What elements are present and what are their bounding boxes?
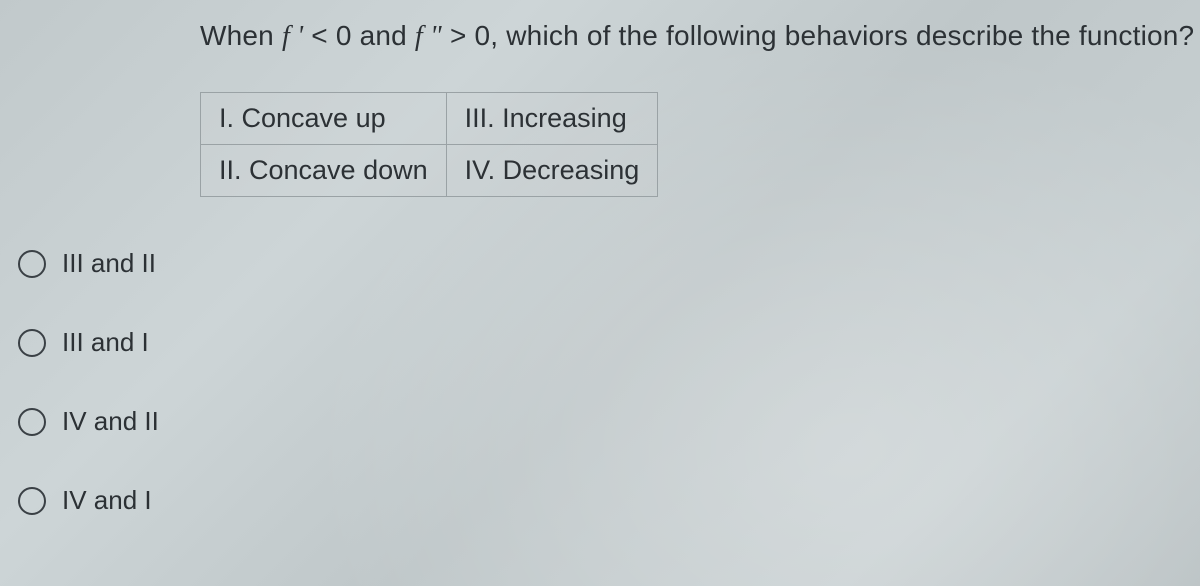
option-iii-and-ii[interactable]: III and II xyxy=(18,248,159,279)
question-cmp1: < 0 and xyxy=(303,20,415,51)
cell-concave-down: II. Concave down xyxy=(201,145,447,197)
option-iv-and-i[interactable]: IV and I xyxy=(18,485,159,516)
question-prefix: When xyxy=(200,20,282,51)
radio-icon xyxy=(18,329,46,357)
cell-decreasing: IV. Decreasing xyxy=(446,145,658,197)
behavior-table: I. Concave up III. Increasing II. Concav… xyxy=(200,92,658,197)
option-label: IV and I xyxy=(62,485,152,516)
question-fdoubleprime: f " xyxy=(415,21,442,52)
radio-icon xyxy=(18,250,46,278)
option-iv-and-ii[interactable]: IV and II xyxy=(18,406,159,437)
table-row: I. Concave up III. Increasing xyxy=(201,93,658,145)
cell-increasing: III. Increasing xyxy=(446,93,658,145)
option-label: IV and II xyxy=(62,406,159,437)
question-text: When f ' < 0 and f " > 0, which of the f… xyxy=(200,20,1194,53)
option-label: III and I xyxy=(62,327,149,358)
radio-icon xyxy=(18,408,46,436)
cell-concave-up: I. Concave up xyxy=(201,93,447,145)
table-row: II. Concave down IV. Decreasing xyxy=(201,145,658,197)
question-cmp2: > 0, which of the following behaviors de… xyxy=(442,20,1194,51)
radio-icon xyxy=(18,487,46,515)
option-iii-and-i[interactable]: III and I xyxy=(18,327,159,358)
question-fprime: f ' xyxy=(282,21,303,52)
answer-options: III and II III and I IV and II IV and I xyxy=(18,248,159,516)
option-label: III and II xyxy=(62,248,156,279)
